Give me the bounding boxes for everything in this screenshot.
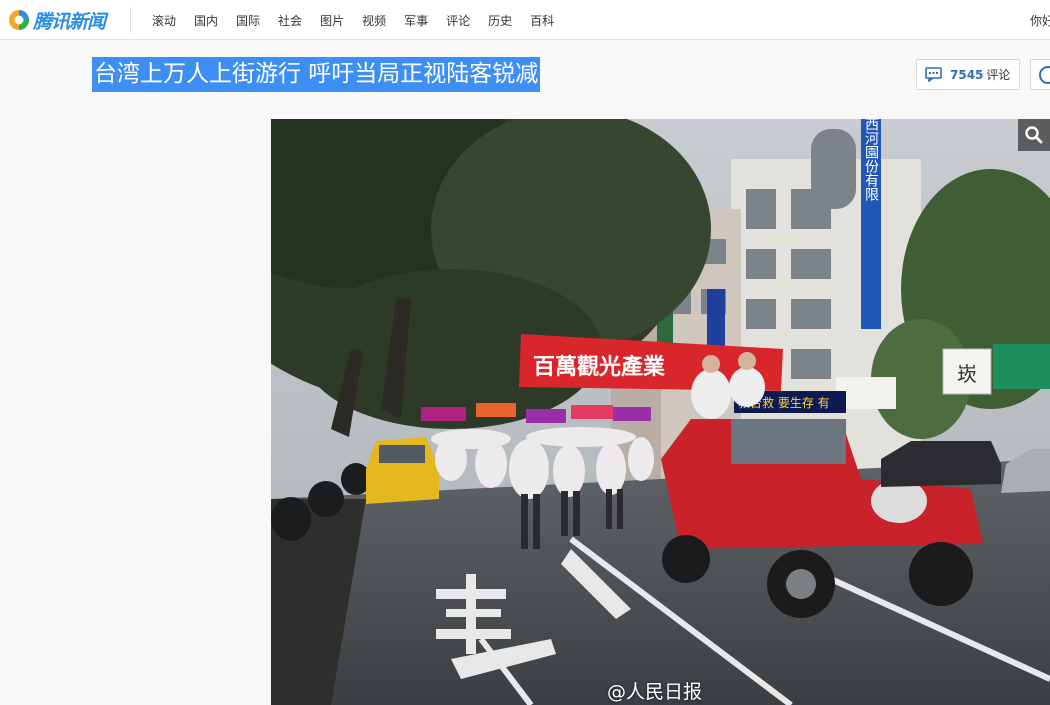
nav-item-history[interactable]: 历史 — [488, 12, 512, 29]
play-button[interactable] — [1030, 59, 1050, 90]
nav-item-scroll[interactable]: 滚动 — [152, 12, 176, 29]
logo-icon — [9, 10, 29, 30]
nav-item-commentary[interactable]: 评论 — [446, 12, 470, 29]
top-nav-bar: 腾讯新闻 滚动 国内 国际 社会 图片 视频 军事 评论 历史 百科 你好 — [0, 0, 1050, 40]
nav-item-society[interactable]: 社会 — [278, 12, 302, 29]
comment-count: 7545 — [950, 67, 984, 82]
photo-watermark: @人民日报 — [607, 681, 703, 703]
article-photo[interactable]: 西河園份有限 崁 百萬觀光產業 救台救 要生存 有 @人民日报 — [271, 119, 1050, 705]
nav-item-encyclopedia[interactable]: 百科 — [530, 12, 554, 29]
article-title: 台湾上万人上街游行 呼吁当局正视陆客锐减 — [92, 57, 541, 92]
building-sign: 西河園份有限 — [863, 119, 879, 201]
nav-item-military[interactable]: 军事 — [404, 12, 428, 29]
protest-scene: 西河園份有限 崁 百萬觀光產業 救台救 要生存 有 — [271, 119, 1050, 705]
user-greeting[interactable]: 你好 — [1030, 12, 1050, 29]
nav-item-pictures[interactable]: 图片 — [320, 12, 344, 29]
channel-nav: 滚动 国内 国际 社会 图片 视频 军事 评论 历史 百科 — [152, 0, 572, 40]
nav-item-domestic[interactable]: 国内 — [194, 12, 218, 29]
site-logo[interactable]: 腾讯新闻 — [8, 7, 106, 33]
nav-item-video[interactable]: 视频 — [362, 12, 386, 29]
play-circle-icon — [1039, 66, 1050, 84]
comment-label: 评论 — [986, 68, 1011, 82]
magnifier-icon — [1025, 126, 1043, 144]
logo-text: 腾讯新闻 — [33, 10, 106, 33]
comment-button[interactable]: 7545 评论 — [916, 59, 1020, 90]
zoom-button[interactable] — [1018, 119, 1050, 151]
comment-bubble-icon — [925, 67, 942, 82]
nav-item-international[interactable]: 国际 — [236, 12, 260, 29]
logo-divider — [130, 7, 131, 33]
shop-sign: 崁 — [957, 362, 977, 386]
banner-text: 百萬觀光產業 — [533, 354, 666, 380]
